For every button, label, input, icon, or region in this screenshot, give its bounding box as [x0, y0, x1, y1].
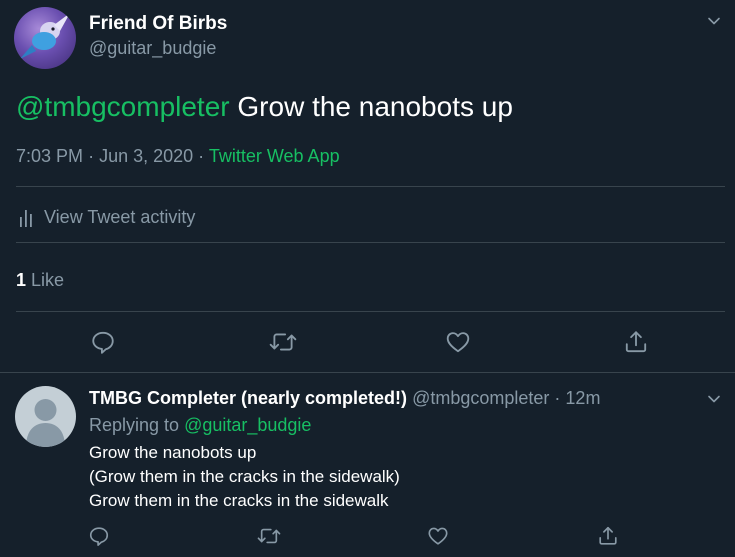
- author-name[interactable]: Friend Of Birbs: [89, 13, 227, 35]
- heart-icon: [446, 332, 470, 353]
- tweet-menu-caret[interactable]: [706, 13, 722, 29]
- replying-to: Replying to @guitar_budgie: [89, 415, 311, 436]
- bar-chart-icon: [20, 209, 32, 227]
- retweet-icon: [257, 528, 281, 544]
- divider: [16, 242, 725, 243]
- tweet-source[interactable]: Twitter Web App: [209, 146, 340, 166]
- tweet-date[interactable]: Jun 3, 2020: [99, 146, 193, 166]
- share-icon: [625, 331, 647, 353]
- tweet-time[interactable]: 7:03 PM: [16, 146, 83, 166]
- likes-number: 1: [16, 270, 27, 290]
- mention-link[interactable]: @tmbgcompleter: [16, 91, 230, 122]
- likes-label: Like: [31, 270, 65, 290]
- replying-to-handle[interactable]: @guitar_budgie: [184, 415, 311, 435]
- reply-reply-button[interactable]: [82, 519, 116, 553]
- heart-icon: [428, 527, 448, 545]
- divider: [16, 311, 725, 312]
- author-avatar[interactable]: [14, 7, 76, 69]
- reply-text-line: (Grow them in the cracks in the sidewalk…: [89, 467, 400, 486]
- reply-header: TMBG Completer (nearly completed!) @tmbg…: [89, 388, 601, 408]
- reply-author-name[interactable]: TMBG Completer (nearly completed!): [89, 388, 407, 408]
- share-icon: [599, 526, 617, 545]
- tweet-meta: 7:03 PM · Jun 3, 2020 · Twitter Web App: [16, 146, 340, 166]
- view-tweet-activity[interactable]: View Tweet activity: [18, 207, 195, 228]
- reply-like-button[interactable]: [421, 519, 455, 553]
- replying-to-label: Replying to: [89, 415, 180, 435]
- author-handle[interactable]: @guitar_budgie: [89, 38, 216, 59]
- reply-button[interactable]: [86, 325, 120, 359]
- view-tweet-activity-label: View Tweet activity: [44, 207, 196, 227]
- reply-time[interactable]: 12m: [565, 388, 600, 408]
- share-button[interactable]: [619, 325, 653, 359]
- reply-icon: [89, 527, 109, 546]
- reply-text-line: Grow the nanobots up: [89, 443, 257, 462]
- retweet-button[interactable]: [266, 325, 300, 359]
- tweet-body: Grow the nanobots up: [237, 91, 513, 122]
- reply-text: Grow the nanobots up (Grow them in the c…: [89, 441, 400, 513]
- divider: [0, 372, 735, 373]
- reply-avatar[interactable]: [15, 386, 76, 447]
- chevron-down-icon: [708, 395, 720, 403]
- reply-retweet-button[interactable]: [252, 519, 286, 553]
- reply-icon: [92, 331, 114, 354]
- tweet-text: @tmbgcompleter Grow the nanobots up: [16, 91, 513, 123]
- chevron-down-icon: [708, 17, 720, 25]
- reply-menu-caret[interactable]: [706, 391, 722, 407]
- divider: [16, 186, 725, 187]
- like-button[interactable]: [441, 325, 475, 359]
- retweet-icon: [269, 333, 297, 351]
- reply-text-line: Grow them in the cracks in the sidewalk: [89, 491, 389, 510]
- reply-share-button[interactable]: [591, 519, 625, 553]
- likes-count[interactable]: 1 Like: [16, 270, 64, 291]
- reply-author-handle[interactable]: @tmbgcompleter: [412, 388, 549, 408]
